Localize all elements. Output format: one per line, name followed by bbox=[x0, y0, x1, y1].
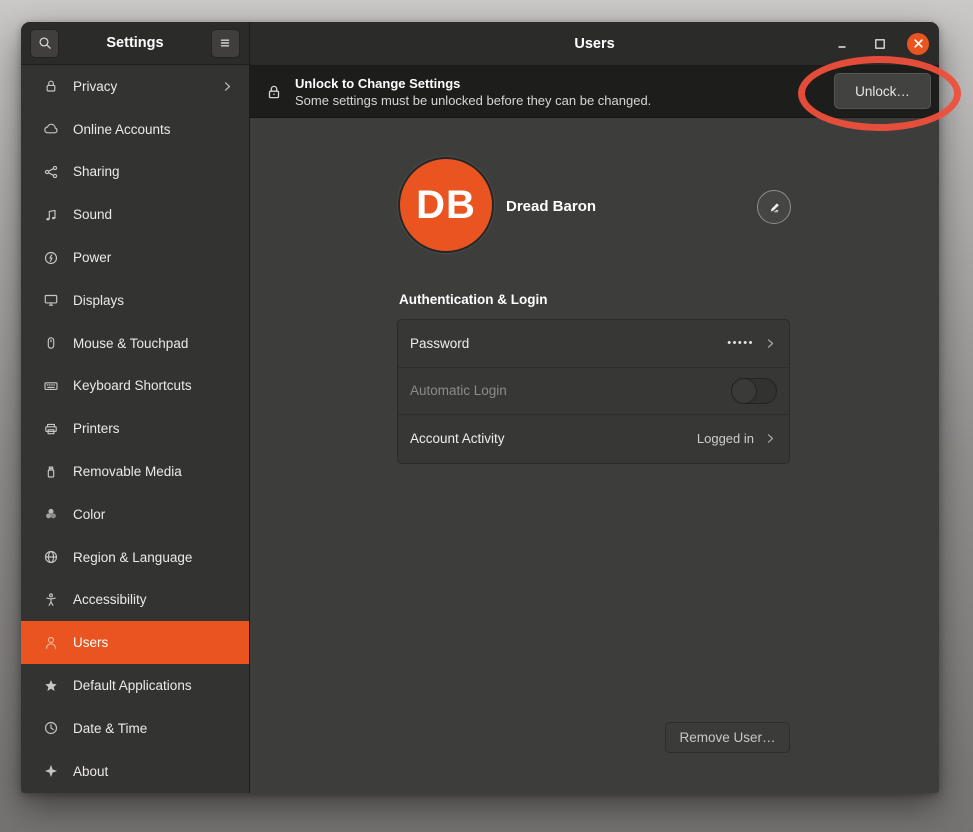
power-icon bbox=[42, 249, 59, 266]
accessibility-icon bbox=[42, 591, 59, 608]
sidebar-item-label: Color bbox=[73, 507, 239, 522]
edit-name-button[interactable] bbox=[757, 190, 791, 224]
settings-window: Settings Privacy Online Accounts Sharing So… bbox=[21, 22, 939, 793]
sidebar-header: Settings bbox=[21, 22, 249, 65]
row-account-activity[interactable]: Account ActivityLogged in bbox=[398, 415, 789, 463]
maximize-icon bbox=[874, 38, 886, 50]
search-icon bbox=[37, 35, 53, 51]
search-button[interactable] bbox=[30, 29, 59, 58]
main-panel: Users bbox=[250, 22, 939, 793]
sidebar-item-label: Keyboard Shortcuts bbox=[73, 378, 239, 393]
music-note-icon bbox=[42, 206, 59, 223]
sidebar-item-label: Users bbox=[73, 635, 239, 650]
users-content: DB Dread Baron Authentication & Login Pa… bbox=[250, 118, 939, 793]
chevron-right-icon bbox=[764, 432, 777, 445]
auth-login-group: Password••••• Automatic Login Account Acti… bbox=[397, 319, 790, 464]
banner-subtitle: Some settings must be unlocked before th… bbox=[295, 92, 651, 109]
maximize-button[interactable] bbox=[869, 33, 891, 55]
sidebar-item-label: Online Accounts bbox=[73, 122, 239, 137]
sidebar-item-users[interactable]: Users bbox=[21, 621, 249, 664]
sparkle-icon bbox=[42, 763, 59, 780]
sidebar-item-label: Sharing bbox=[73, 164, 239, 179]
sidebar-item-label: Region & Language bbox=[73, 550, 239, 565]
mouse-icon bbox=[42, 335, 59, 352]
globe-icon bbox=[42, 549, 59, 566]
desktop-background: Settings Privacy Online Accounts Sharing So… bbox=[0, 0, 973, 832]
row-label: Password bbox=[410, 336, 727, 351]
hamburger-menu-icon bbox=[217, 35, 233, 51]
sidebar-item-region-language[interactable]: Region & Language bbox=[21, 536, 249, 579]
sidebar-item-displays[interactable]: Displays bbox=[21, 279, 249, 322]
clock-icon bbox=[42, 720, 59, 737]
row-label: Account Activity bbox=[410, 431, 697, 446]
main-header: Users bbox=[250, 22, 939, 66]
sidebar-item-label: Power bbox=[73, 250, 239, 265]
sidebar-item-label: Privacy bbox=[73, 79, 221, 94]
sidebar-item-label: Date & Time bbox=[73, 721, 239, 736]
sidebar-item-label: Removable Media bbox=[73, 464, 239, 479]
remove-user-button[interactable]: Remove User… bbox=[665, 722, 790, 753]
close-button[interactable] bbox=[907, 33, 929, 55]
banner-text: Unlock to Change Settings Some settings … bbox=[295, 75, 651, 109]
row-value: ••••• bbox=[727, 337, 754, 349]
sidebar-item-keyboard-shortcuts[interactable]: Keyboard Shortcuts bbox=[21, 365, 249, 408]
sidebar-item-label: About bbox=[73, 764, 239, 779]
printer-icon bbox=[42, 420, 59, 437]
cloud-icon bbox=[42, 121, 59, 138]
window-controls bbox=[831, 22, 929, 65]
sidebar-item-about[interactable]: About bbox=[21, 750, 249, 793]
unlock-button[interactable]: Unlock… bbox=[834, 73, 931, 109]
row-value: Logged in bbox=[697, 431, 754, 446]
sidebar-item-label: Mouse & Touchpad bbox=[73, 336, 239, 351]
app-title: Settings bbox=[106, 35, 163, 51]
minimize-button[interactable] bbox=[831, 33, 853, 55]
sidebar-item-power[interactable]: Power bbox=[21, 236, 249, 279]
sidebar-item-privacy[interactable]: Privacy bbox=[21, 65, 249, 108]
sidebar-list: Privacy Online Accounts Sharing Sound Power D… bbox=[21, 65, 249, 793]
sidebar-item-sharing[interactable]: Sharing bbox=[21, 151, 249, 194]
toggle-knob bbox=[731, 378, 757, 404]
sidebar-item-online-accounts[interactable]: Online Accounts bbox=[21, 108, 249, 151]
sidebar-item-mouse-touchpad[interactable]: Mouse & Touchpad bbox=[21, 322, 249, 365]
keyboard-icon bbox=[42, 377, 59, 394]
sidebar-item-accessibility[interactable]: Accessibility bbox=[21, 579, 249, 622]
banner-title: Unlock to Change Settings bbox=[295, 75, 651, 92]
row-label: Automatic Login bbox=[410, 383, 731, 398]
row-automatic-login: Automatic Login bbox=[398, 368, 789, 416]
share-icon bbox=[42, 163, 59, 180]
close-icon bbox=[913, 38, 924, 49]
display-icon bbox=[42, 292, 59, 309]
sidebar-item-label: Displays bbox=[73, 293, 239, 308]
padlock-icon bbox=[265, 83, 283, 101]
color-profile-icon bbox=[42, 506, 59, 523]
sidebar-item-default-applications[interactable]: Default Applications bbox=[21, 664, 249, 707]
sidebar-item-removable-media[interactable]: Removable Media bbox=[21, 450, 249, 493]
sidebar-item-label: Sound bbox=[73, 207, 239, 222]
menu-button[interactable] bbox=[211, 29, 240, 58]
sidebar-item-label: Default Applications bbox=[73, 678, 239, 693]
star-icon bbox=[42, 677, 59, 694]
person-icon bbox=[42, 634, 59, 651]
toggle-automatic-login[interactable] bbox=[731, 378, 777, 404]
chevron-right-icon bbox=[764, 337, 777, 350]
lock-icon bbox=[42, 78, 59, 95]
flash-drive-icon bbox=[42, 463, 59, 480]
sidebar: Settings Privacy Online Accounts Sharing So… bbox=[21, 22, 250, 793]
pencil-icon bbox=[767, 200, 782, 215]
sidebar-item-color[interactable]: Color bbox=[21, 493, 249, 536]
sidebar-item-label: Accessibility bbox=[73, 592, 239, 607]
unlock-banner: Unlock to Change Settings Some settings … bbox=[250, 66, 939, 118]
sidebar-item-label: Printers bbox=[73, 421, 239, 436]
chevron-right-icon bbox=[221, 80, 234, 93]
avatar[interactable]: DB bbox=[400, 159, 492, 251]
row-password[interactable]: Password••••• bbox=[398, 320, 789, 368]
sidebar-item-sound[interactable]: Sound bbox=[21, 193, 249, 236]
user-name: Dread Baron bbox=[506, 198, 596, 215]
sidebar-item-printers[interactable]: Printers bbox=[21, 407, 249, 450]
minimize-icon bbox=[836, 38, 848, 50]
section-title: Authentication & Login bbox=[399, 292, 547, 307]
sidebar-item-date-time[interactable]: Date & Time bbox=[21, 707, 249, 750]
